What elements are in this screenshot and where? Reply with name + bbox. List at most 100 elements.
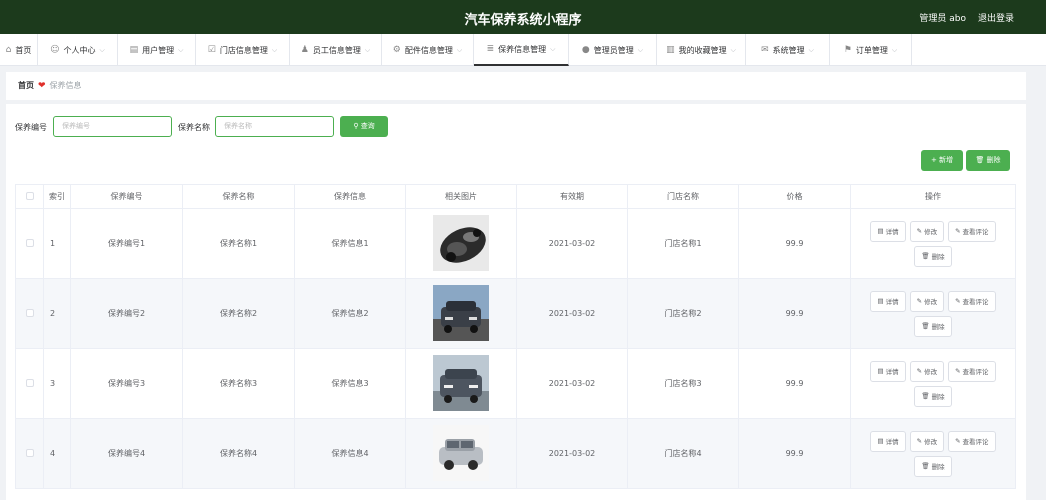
nav-item-label: 系统管理	[772, 45, 805, 55]
nav-item-label: 首页	[15, 45, 32, 55]
detail-button[interactable]: ▤ 详情	[870, 290, 906, 312]
nav-item-label: 用户管理	[142, 45, 175, 55]
user-icon: ☺	[50, 45, 60, 55]
edit-label: 修改	[924, 298, 938, 306]
nav-item-1[interactable]: ☺ 个人中心 ⌵	[38, 34, 118, 66]
top-header: 汽车保养系统小程序 管理员 abo 退出登录	[0, 0, 1046, 34]
pencil-icon: ✎	[955, 297, 961, 305]
maintenance-icon: ≣	[486, 44, 495, 54]
row-info: 保养信息3	[294, 348, 406, 419]
admin-label: 管理员 abo	[919, 14, 966, 24]
checkbox-icon[interactable]	[25, 191, 34, 200]
review-label: 查看评论	[962, 438, 989, 446]
chevron-down-icon: ⌵	[808, 45, 814, 54]
row-code: 保养编号1	[70, 208, 183, 279]
nav-item-3[interactable]: ☑ 门店信息管理 ⌵	[196, 34, 290, 66]
row-info: 保养信息4	[294, 418, 406, 489]
row-validity: 2021-03-02	[516, 418, 628, 489]
delete-label: 删除	[931, 393, 945, 401]
table-row: 1 保养编号1 保养名称1 保养信息1 2021-03-02 门店名称1 99.9 ▤ 详情 ✎ 修…	[15, 208, 1016, 279]
edit-button[interactable]: ✎ 修改	[909, 430, 945, 452]
nav-item-8[interactable]: ▥ 我的收藏管理 ⌵	[657, 34, 746, 66]
nav-item-label: 个人中心	[63, 45, 96, 55]
review-button[interactable]: ✎ 查看评论	[948, 290, 996, 312]
row-select[interactable]	[15, 278, 44, 349]
delete-button[interactable]: 🗑 删除	[914, 455, 952, 477]
nav-item-7[interactable]: ● 管理员管理 ⌵	[569, 34, 657, 66]
nav-item-label: 保养信息管理	[498, 44, 547, 54]
delete-button[interactable]: 🗑 删除	[914, 315, 952, 337]
row-actions: ▤ 详情 ✎ 修改 ✎ 查看评论 🗑 删除	[850, 278, 1016, 349]
checkbox-icon[interactable]	[25, 378, 34, 387]
app-title: 汽车保养系统小程序	[464, 13, 582, 28]
doc-icon: ▤	[877, 367, 884, 375]
detail-button[interactable]: ▤ 详情	[870, 430, 906, 452]
main-panel: 保养编号 保养编号 保养名称 保养名称 ⚲ 查询 + 新增 🗑 删除 索引 保养…	[6, 104, 1026, 500]
nav-item-10[interactable]: ⚑ 订单管理 ⌵	[830, 34, 912, 66]
table-row: 2 保养编号2 保养名称2 保养信息2 2021-03-02 门店名称2 99.9 ▤ 详情 ✎ 修…	[15, 278, 1016, 349]
code-search-label: 保养编号	[15, 123, 47, 132]
review-label: 查看评论	[962, 298, 989, 306]
pencil-icon: ✎	[916, 227, 923, 235]
breadcrumb-current: 保养信息	[49, 81, 82, 90]
nav-item-9[interactable]: ✉ 系统管理 ⌵	[746, 34, 830, 66]
edit-button[interactable]: ✎ 修改	[909, 360, 945, 382]
nav-item-0[interactable]: ⌂ 首页	[0, 34, 38, 66]
name-search-input[interactable]: 保养名称	[215, 116, 334, 137]
row-select[interactable]	[15, 208, 44, 279]
checkbox-icon[interactable]	[25, 448, 34, 457]
detail-label: 详情	[885, 298, 899, 306]
row-select[interactable]	[15, 348, 44, 419]
nav-item-label: 订单管理	[855, 45, 888, 55]
row-price: 99.9	[738, 278, 851, 349]
header-info: 保养信息	[294, 184, 406, 209]
header-index: 索引	[43, 184, 71, 209]
nav-item-5[interactable]: ⚙ 配件信息管理 ⌵	[382, 34, 474, 66]
checkbox-icon[interactable]	[25, 238, 34, 247]
review-button[interactable]: ✎ 查看评论	[948, 360, 996, 382]
edit-label: 修改	[924, 228, 938, 236]
add-button-label: 新增	[939, 156, 954, 164]
nav-item-2[interactable]: ▤ 用户管理 ⌵	[118, 34, 196, 66]
delete-label: 删除	[931, 323, 945, 331]
suv-front-image	[433, 284, 489, 341]
table-row: 3 保养编号3 保养名称3 保养信息3 2021-03-02 门店名称3 99.9 ▤ 详情 ✎ 修…	[15, 348, 1016, 419]
plus-icon: +	[930, 156, 937, 164]
detail-button[interactable]: ▤ 详情	[870, 220, 906, 242]
delete-button[interactable]: 🗑 删除	[914, 385, 952, 407]
delete-button[interactable]: 🗑 删除	[914, 245, 952, 267]
batch-delete-button[interactable]: 🗑 删除	[966, 150, 1010, 171]
review-label: 查看评论	[962, 368, 989, 376]
suv-road-image	[433, 354, 489, 411]
nav-item-label: 员工信息管理	[312, 45, 361, 55]
review-button[interactable]: ✎ 查看评论	[948, 430, 996, 452]
review-button[interactable]: ✎ 查看评论	[948, 220, 996, 242]
row-validity: 2021-03-02	[516, 208, 628, 279]
header-select-all[interactable]	[15, 184, 44, 209]
staff-icon: ♟	[300, 45, 309, 55]
row-info: 保养信息2	[294, 278, 406, 349]
row-actions: ▤ 详情 ✎ 修改 ✎ 查看评论 🗑 删除	[850, 418, 1016, 489]
edit-button[interactable]: ✎ 修改	[909, 220, 945, 242]
row-image-cell	[405, 278, 517, 349]
query-button[interactable]: ⚲ 查询	[340, 116, 388, 137]
mail-icon: ✉	[761, 45, 769, 55]
row-price: 99.9	[738, 348, 851, 419]
nav-item-label: 配件信息管理	[404, 45, 453, 55]
code-search-input[interactable]: 保养编号	[53, 116, 172, 137]
add-button[interactable]: + 新增	[921, 150, 963, 171]
row-select[interactable]	[15, 418, 44, 489]
row-index: 2	[43, 278, 71, 349]
nav-item-6[interactable]: ≣ 保养信息管理 ⌵	[474, 34, 569, 66]
query-button-label: 查询	[360, 122, 375, 130]
detail-button[interactable]: ▤ 详情	[870, 360, 906, 382]
logout-link[interactable]: 退出登录	[978, 11, 1014, 24]
header-image: 相关图片	[405, 184, 517, 209]
trash-icon: 🗑	[921, 462, 930, 470]
nav-item-4[interactable]: ♟ 员工信息管理 ⌵	[290, 34, 382, 66]
breadcrumb-home[interactable]: 首页	[18, 81, 34, 90]
row-name: 保养名称2	[182, 278, 295, 349]
edit-button[interactable]: ✎ 修改	[909, 290, 945, 312]
trash-icon: 🗑	[921, 392, 930, 400]
checkbox-icon[interactable]	[25, 308, 34, 317]
